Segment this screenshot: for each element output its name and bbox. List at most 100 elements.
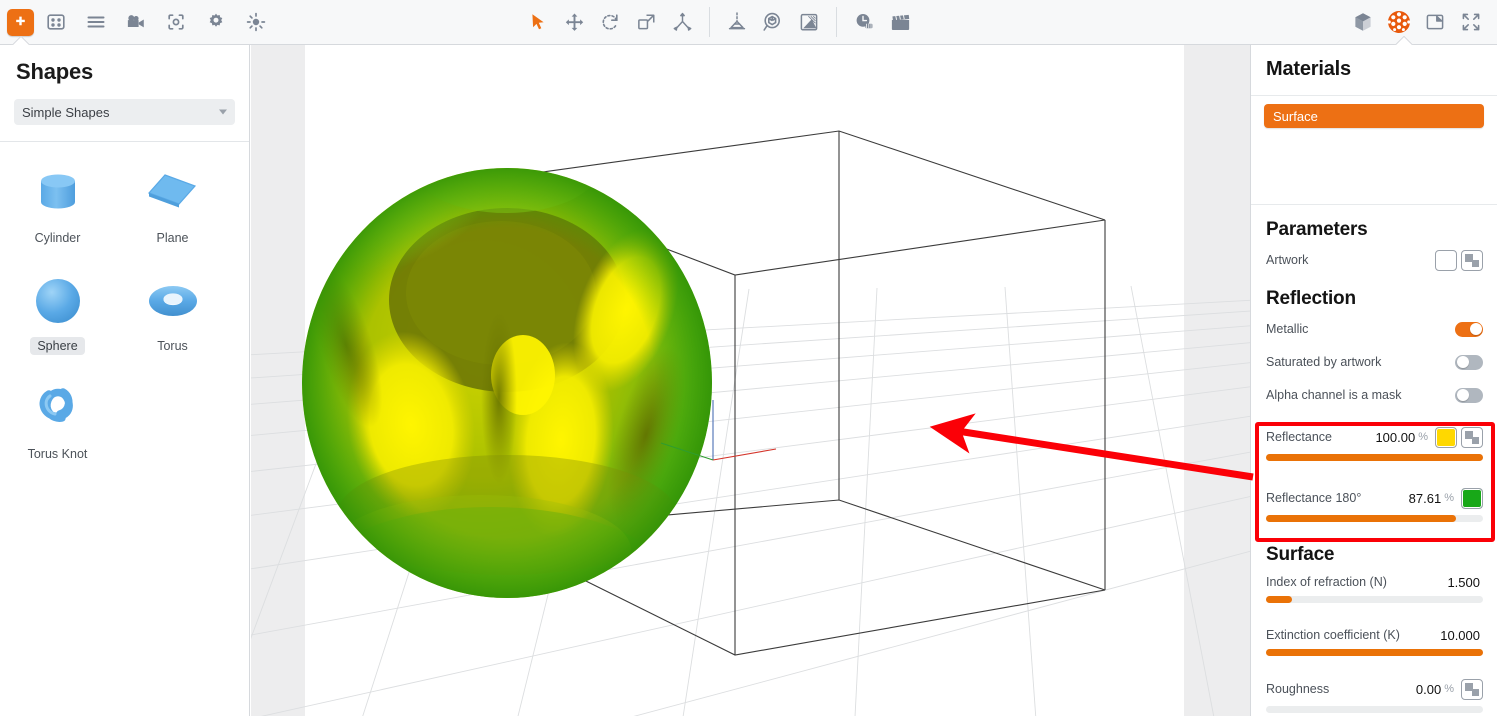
camera-icon[interactable] <box>118 4 154 40</box>
reflectance-slider[interactable] <box>1266 454 1483 461</box>
extinction-coefficient-value[interactable]: 10.000 <box>1440 628 1480 643</box>
extinction-coefficient-slider[interactable] <box>1266 649 1483 656</box>
shape-item-torus[interactable]: Torus <box>115 264 230 372</box>
torus-knot-shape-icon <box>29 378 87 440</box>
metallic-label: Metallic <box>1266 322 1309 336</box>
toolbar-left-group <box>0 4 274 40</box>
row-reflectance: Reflectance 100.00 % <box>1251 423 1497 451</box>
inspect-object-icon[interactable] <box>755 4 791 40</box>
reflectance-value[interactable]: 100.00 <box>1375 430 1415 445</box>
row-artwork: Artwork <box>1251 246 1497 274</box>
cylinder-shape-icon <box>29 162 87 224</box>
clapperboard-icon[interactable] <box>882 4 918 40</box>
artwork-empty-swatch[interactable] <box>1435 249 1457 271</box>
shape-item-cylinder[interactable]: Cylinder <box>0 156 115 264</box>
materials-list-empty-space <box>1251 128 1497 190</box>
light-bulb-icon[interactable] <box>238 4 274 40</box>
saturated-by-artwork-toggle[interactable] <box>1455 354 1483 370</box>
row-index-of-refraction: Index of refraction (N) 1.500 <box>1251 571 1497 593</box>
materials-title: Materials <box>1266 58 1351 80</box>
fullscreen-icon[interactable] <box>1453 4 1489 40</box>
cube-icon[interactable] <box>1345 4 1381 40</box>
roughness-map-icon[interactable] <box>1461 678 1483 700</box>
alpha-channel-mask-label: Alpha channel is a mask <box>1266 388 1402 402</box>
metallic-toggle[interactable] <box>1455 321 1483 337</box>
plane-shape-icon <box>141 162 205 224</box>
shape-category-value: Simple Shapes <box>22 104 110 120</box>
viewport-scene <box>251 130 1250 716</box>
material-sphere-icon[interactable] <box>1381 4 1417 40</box>
row-reflectance-180: Reflectance 180° 87.61 % <box>1251 484 1497 512</box>
reflectance-180-slider[interactable] <box>1266 515 1483 522</box>
reflectance-map-icon[interactable] <box>1461 426 1483 448</box>
index-of-refraction-value[interactable]: 1.500 <box>1447 575 1480 590</box>
index-of-refraction-slider[interactable] <box>1266 596 1483 603</box>
roughness-value[interactable]: 0.00 <box>1416 682 1441 697</box>
shape-item-torus-knot[interactable]: Torus Knot <box>0 372 115 480</box>
reflectance-color-swatch[interactable] <box>1435 426 1457 448</box>
move-icon[interactable] <box>556 4 592 40</box>
panel-toggle-icon[interactable] <box>1417 4 1453 40</box>
shapes-panel: Shapes Simple Shapes Cylinder Plane Sphe… <box>0 45 250 716</box>
toolbar-right-group <box>1345 0 1489 44</box>
grid-objects-icon[interactable] <box>38 4 74 40</box>
toolbar-center-group <box>520 0 918 44</box>
shape-label-torus-knot: Torus Knot <box>27 447 88 461</box>
menu-list-icon[interactable] <box>78 4 114 40</box>
row-saturated-by-artwork: Saturated by artwork <box>1251 348 1497 376</box>
reflectance-label: Reflectance <box>1266 430 1333 444</box>
shape-label-torus: Torus <box>157 339 188 353</box>
artwork-label: Artwork <box>1266 253 1309 267</box>
shape-label-sphere: Sphere <box>30 337 85 355</box>
row-alpha-channel-mask: Alpha channel is a mask <box>1251 381 1497 409</box>
viewport-3d[interactable] <box>251 45 1250 716</box>
reflectance-180-value[interactable]: 87.61 <box>1409 491 1442 506</box>
app-root: Shapes Simple Shapes Cylinder Plane Sphe… <box>0 0 1497 716</box>
shape-label-cylinder: Cylinder <box>34 231 81 245</box>
toolbar-divider-2 <box>836 7 837 37</box>
add-icon[interactable] <box>7 8 34 36</box>
active-tool-notch-left <box>10 36 32 45</box>
artwork-map-icon[interactable] <box>1461 249 1483 271</box>
material-item-surface[interactable]: Surface <box>1264 104 1484 128</box>
roughness-slider[interactable] <box>1266 706 1483 713</box>
toolbar-divider-1 <box>709 7 710 37</box>
render-preview-icon[interactable] <box>791 4 827 40</box>
roughness-unit: % <box>1444 683 1454 695</box>
shape-category-dropdown[interactable]: Simple Shapes <box>14 99 235 125</box>
alpha-channel-mask-toggle[interactable] <box>1455 387 1483 403</box>
rotate-icon[interactable] <box>592 4 628 40</box>
reflectance-180-color-swatch[interactable] <box>1461 487 1483 509</box>
surface-title: Surface <box>1266 544 1335 565</box>
reflectance-unit: % <box>1418 431 1428 443</box>
keyframe-icon[interactable] <box>719 4 755 40</box>
chevron-down-icon <box>219 109 227 115</box>
torus-shape-icon <box>143 270 203 332</box>
reflectance-180-unit: % <box>1444 492 1454 504</box>
row-metallic: Metallic <box>1251 315 1497 343</box>
shapes-panel-title: Shapes <box>16 59 94 84</box>
shape-label-plane: Plane <box>156 231 189 245</box>
gear-icon[interactable] <box>198 4 234 40</box>
index-of-refraction-label: Index of refraction (N) <box>1266 575 1387 589</box>
reflection-title: Reflection <box>1266 288 1356 309</box>
transform-icon[interactable] <box>664 4 700 40</box>
focus-target-icon[interactable] <box>158 4 194 40</box>
shape-item-plane[interactable]: Plane <box>115 156 230 264</box>
extinction-coefficient-label: Extinction coefficient (K) <box>1266 628 1400 642</box>
material-item-label: Surface <box>1273 108 1318 124</box>
materials-rule <box>1251 95 1497 96</box>
row-extinction-coefficient: Extinction coefficient (K) 10.000 <box>1251 624 1497 646</box>
saturated-by-artwork-label: Saturated by artwork <box>1266 355 1382 369</box>
scale-icon[interactable] <box>628 4 664 40</box>
roughness-label: Roughness <box>1266 682 1330 696</box>
sphere-shape-icon <box>30 270 86 332</box>
parameters-title: Parameters <box>1266 219 1368 240</box>
reflectance-180-label: Reflectance 180° <box>1266 491 1362 505</box>
select-arrow-icon[interactable] <box>520 4 556 40</box>
shape-grid: Cylinder Plane Sphere Torus Torus Knot <box>0 142 249 480</box>
timeline-clock-icon[interactable] <box>846 4 882 40</box>
row-roughness: Roughness 0.00 % <box>1251 675 1497 703</box>
inspector-panel: Materials Surface Parameters Artwork Ref… <box>1250 45 1497 716</box>
shape-item-sphere[interactable]: Sphere <box>0 264 115 372</box>
